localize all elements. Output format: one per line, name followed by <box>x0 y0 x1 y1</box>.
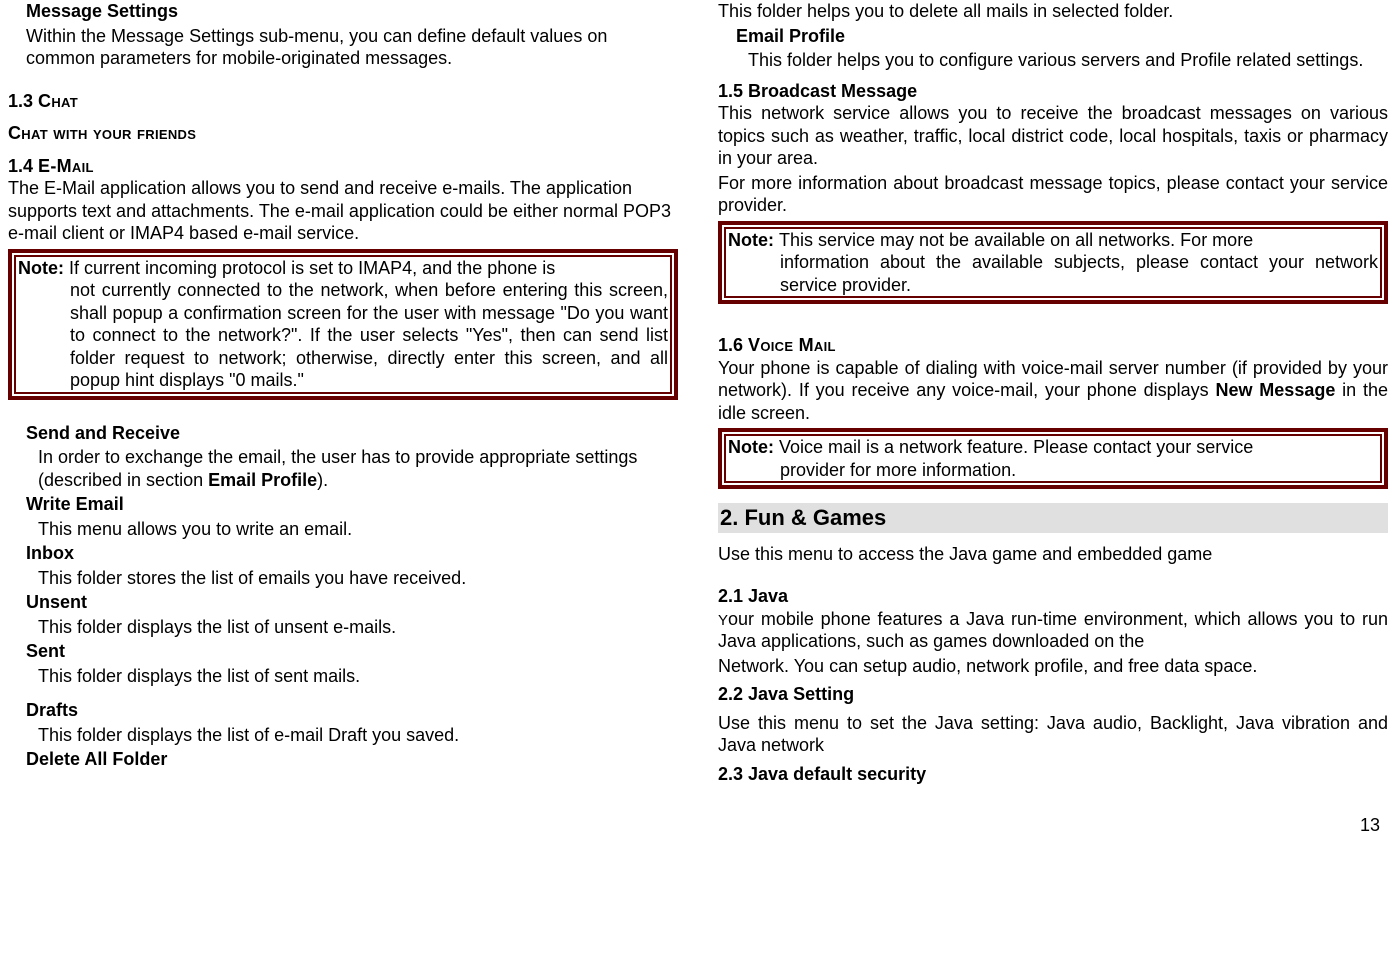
sent-heading: Sent <box>26 640 678 663</box>
note-box-broadcast: Note: This service may not be available … <box>718 221 1388 305</box>
section-2-heading: 2. Fun & Games <box>718 503 1388 533</box>
section-1-5-body-2: For more information about broadcast mes… <box>718 172 1388 217</box>
unsent-heading: Unsent <box>26 591 678 614</box>
section-2-2-heading: 2.2 Java Setting <box>718 683 1388 706</box>
message-settings-body: Within the Message Settings sub-menu, yo… <box>26 25 678 70</box>
left-column: Message Settings Within the Message Sett… <box>8 0 678 785</box>
section-1-6-heading: 1.6 Voice Mail <box>718 334 1388 357</box>
drafts-heading: Drafts <box>26 699 678 722</box>
page-number: 13 <box>0 785 1396 842</box>
drafts-body: This folder displays the list of e-mail … <box>38 724 678 747</box>
write-email-body: This menu allows you to write an email. <box>38 518 678 541</box>
note-label: Note: <box>728 437 779 457</box>
section-1-6-body: Your phone is capable of dialing with vo… <box>718 357 1388 425</box>
message-settings-heading: Message Settings <box>26 0 678 23</box>
inbox-heading: Inbox <box>26 542 678 565</box>
section-2-1-body: Your mobile phone features a Java run-ti… <box>718 608 1388 653</box>
email-profile-heading: Email Profile <box>736 25 1388 48</box>
delete-all-body: This folder helps you to delete all mail… <box>718 0 1388 23</box>
email-profile-body: This folder helps you to configure vario… <box>748 49 1388 72</box>
write-email-heading: Write Email <box>26 493 678 516</box>
section-1-5-heading: 1.5 Broadcast Message <box>718 80 1388 103</box>
note-box-voicemail: Note: Voice mail is a network feature. P… <box>718 428 1388 489</box>
section-1-4-body: The E-Mail application allows you to sen… <box>8 177 678 245</box>
send-receive-body: In order to exchange the email, the user… <box>38 446 678 491</box>
section-1-5-body-1: This network service allows you to recei… <box>718 102 1388 170</box>
unsent-body: This folder displays the list of unsent … <box>38 616 678 639</box>
delete-all-heading: Delete All Folder <box>26 748 678 771</box>
note-label: Note: <box>728 230 779 250</box>
section-2-1-body-2: Network. You can setup audio, network pr… <box>718 655 1388 678</box>
section-1-4-heading: 1.4 E-Mail <box>8 155 678 178</box>
right-column: This folder helps you to delete all mail… <box>718 0 1388 785</box>
chat-subtitle: Chat with your friends <box>8 122 678 145</box>
section-2-2-body: Use this menu to set the Java setting: J… <box>718 712 1388 757</box>
inbox-body: This folder stores the list of emails yo… <box>38 567 678 590</box>
note-box-imap: Note: If current incoming protocol is se… <box>8 249 678 400</box>
send-receive-heading: Send and Receive <box>26 422 678 445</box>
section-1-3-heading: 1.3 Chat <box>8 90 678 113</box>
section-2-1-heading: 2.1 Java <box>718 585 1388 608</box>
sent-body: This folder displays the list of sent ma… <box>38 665 678 688</box>
note-label: Note: <box>18 258 69 278</box>
section-2-intro: Use this menu to access the Java game an… <box>718 543 1388 566</box>
section-2-3-heading: 2.3 Java default security <box>718 763 1388 786</box>
